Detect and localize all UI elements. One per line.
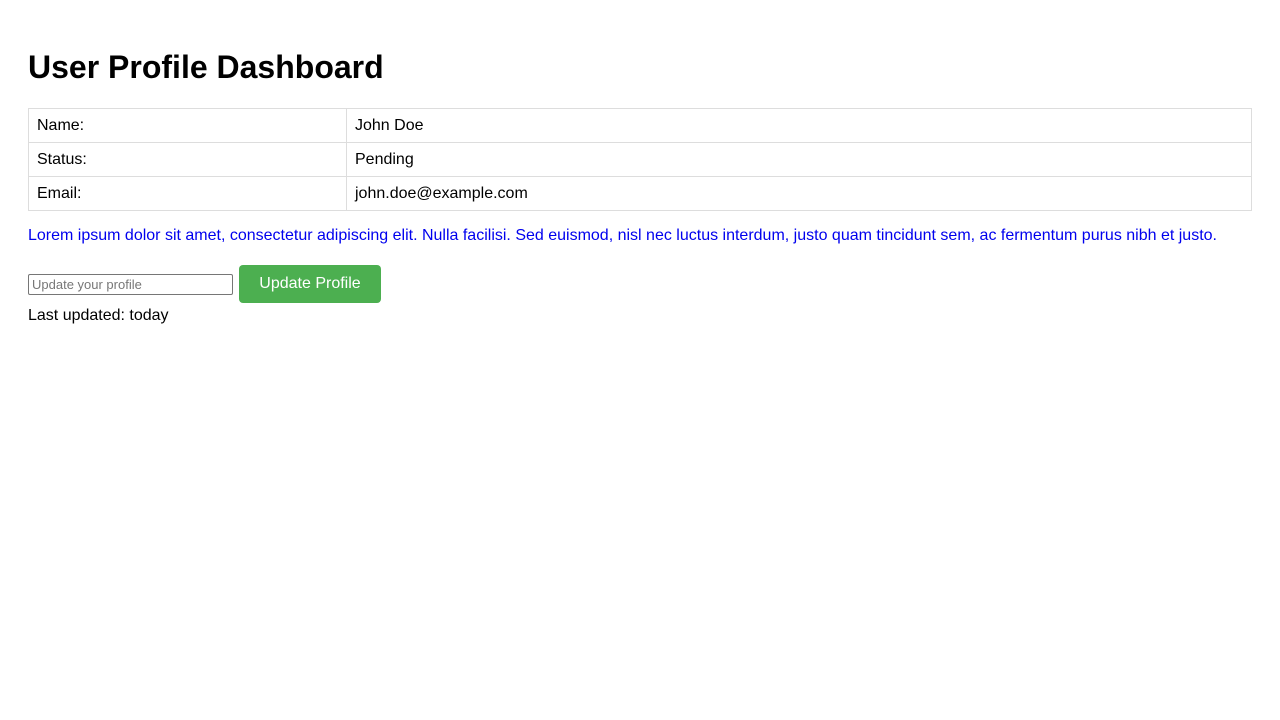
profile-table: Name: John Doe Status: Pending Email: jo…: [28, 108, 1252, 211]
email-label: Email:: [28, 176, 347, 211]
status-label: Status:: [28, 142, 347, 177]
update-profile-input[interactable]: [28, 273, 233, 295]
email-value: john.doe@example.com: [346, 176, 1252, 211]
last-updated-text: Last updated: today: [28, 307, 169, 324]
name-label: Name:: [28, 108, 347, 143]
update-profile-button[interactable]: Update Profile: [239, 265, 381, 303]
table-row-name: Name: John Doe: [28, 108, 1252, 143]
name-value: John Doe: [346, 108, 1252, 143]
profile-description: Lorem ipsum dolor sit amet, consectetur …: [28, 227, 1217, 244]
table-row-status: Status: Pending: [28, 142, 1252, 177]
status-value: Pending: [346, 142, 1252, 177]
page-title: User Profile Dashboard: [28, 49, 384, 85]
update-profile-form: Update Profile: [28, 265, 1252, 303]
table-row-email: Email: john.doe@example.com: [28, 176, 1252, 211]
profile-dashboard-page: User Profile Dashboard Name: John Doe St…: [0, 0, 1280, 720]
